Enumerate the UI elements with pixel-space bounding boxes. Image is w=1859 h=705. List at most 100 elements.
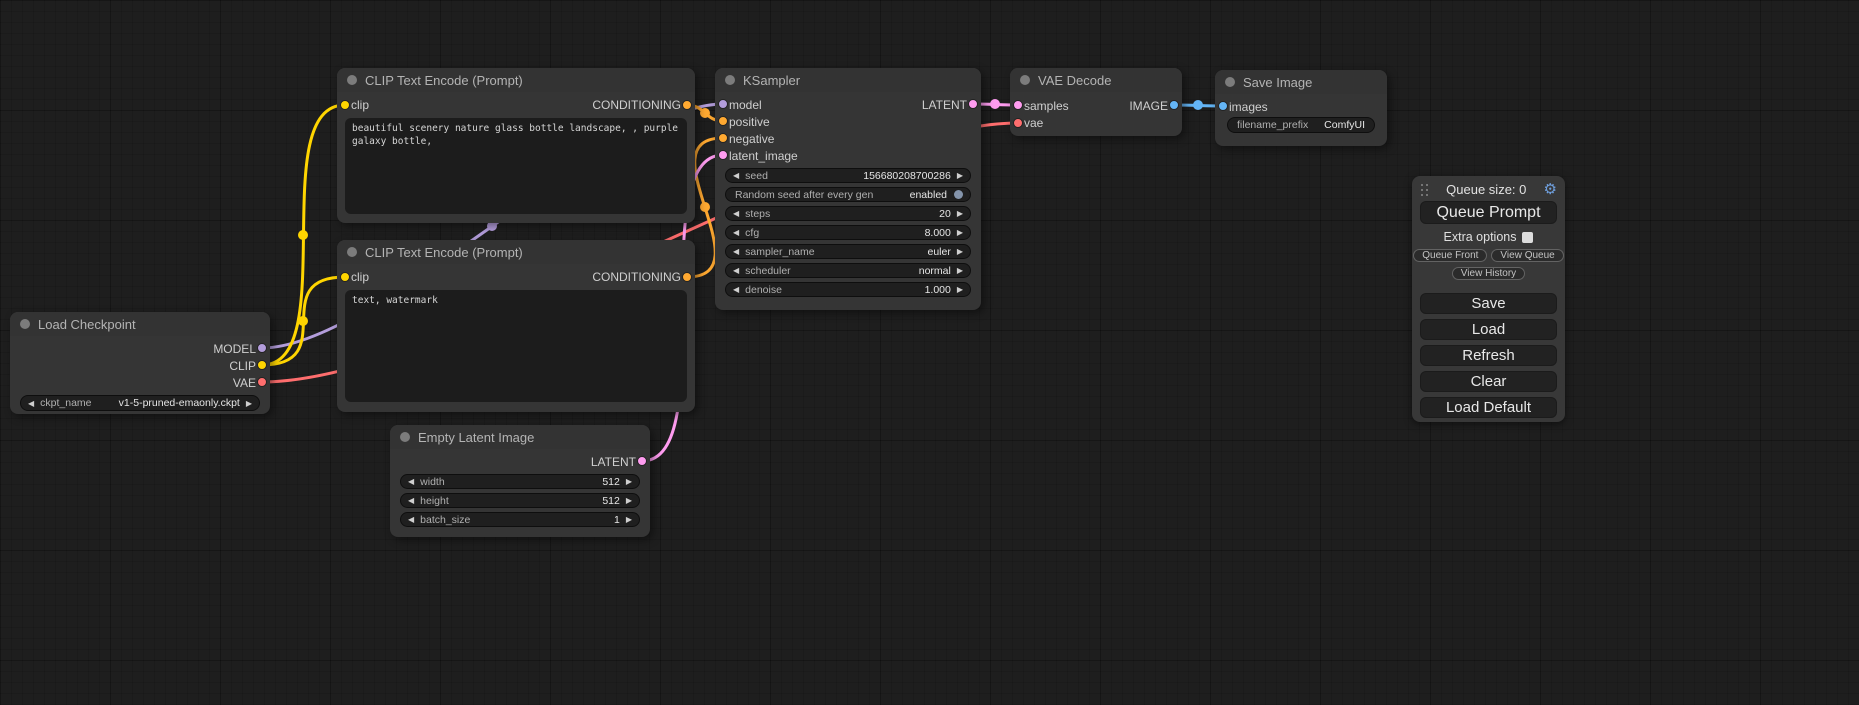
prev-arrow-icon[interactable]: ◀ [733,209,739,218]
save-button[interactable]: Save [1420,293,1557,314]
next-arrow-icon[interactable]: ▶ [246,399,252,408]
widget-value: 8.000 [925,227,951,239]
steps-widget[interactable]: ◀ steps 20 ▶ [725,206,971,221]
next-arrow-icon[interactable]: ▶ [957,266,963,275]
image-output-label: IMAGE [1129,99,1168,113]
node-header[interactable]: VAE Decode [1010,68,1182,92]
positive-input-label: positive [729,115,770,129]
widget-value: 512 [602,476,620,488]
node-clip-text-encode-positive[interactable]: CLIP Text Encode (Prompt) clip CONDITION… [337,68,695,223]
clear-button[interactable]: Clear [1420,371,1557,392]
ckpt-name-widget[interactable]: ◀ ckpt_name v1-5-pruned-emaonly.ckpt ▶ [20,395,260,411]
widget-label: steps [745,208,770,220]
node-vae-decode[interactable]: VAE Decode samples IMAGE vae [1010,68,1182,136]
collapse-dot-icon[interactable] [400,432,410,442]
height-widget[interactable]: ◀ height 512 ▶ [400,493,640,508]
random-seed-toggle-widget[interactable]: Random seed after every gen enabled [725,187,971,202]
node-clip-text-encode-negative[interactable]: CLIP Text Encode (Prompt) clip CONDITION… [337,240,695,412]
cfg-widget[interactable]: ◀ cfg 8.000 ▶ [725,225,971,240]
next-arrow-icon[interactable]: ▶ [626,496,632,505]
widget-label: seed [745,170,768,182]
samples-input-label: samples [1024,99,1069,113]
next-arrow-icon[interactable]: ▶ [957,171,963,180]
prev-arrow-icon[interactable]: ◀ [733,171,739,180]
drag-handle-icon[interactable] [1420,183,1429,196]
queue-prompt-button[interactable]: Queue Prompt [1420,201,1557,224]
link-midpoint-dot [298,316,308,326]
node-empty-latent-image[interactable]: Empty Latent Image LATENT ◀ width 512 ▶ … [390,425,650,537]
vae-input-label: vae [1024,116,1043,130]
collapse-dot-icon[interactable] [1020,75,1030,85]
collapse-dot-icon[interactable] [347,75,357,85]
width-widget[interactable]: ◀ width 512 ▶ [400,474,640,489]
prev-arrow-icon[interactable]: ◀ [408,477,414,486]
prev-arrow-icon[interactable]: ◀ [733,266,739,275]
node-title: CLIP Text Encode (Prompt) [365,73,523,88]
prev-arrow-icon[interactable]: ◀ [733,285,739,294]
images-input-label: images [1229,100,1268,114]
toggle-dot-icon[interactable] [954,190,963,199]
batch-size-widget[interactable]: ◀ batch_size 1 ▶ [400,512,640,527]
widget-value: 1 [614,514,620,526]
node-header[interactable]: CLIP Text Encode (Prompt) [337,68,695,92]
load-default-button[interactable]: Load Default [1420,397,1557,418]
slot-row: vae [1010,114,1182,131]
widget-value: v1-5-pruned-emaonly.ckpt [119,397,240,409]
denoise-widget[interactable]: ◀ denoise 1.000 ▶ [725,282,971,297]
negative-input-label: negative [729,132,774,146]
slot-row: clip CONDITIONING [337,268,695,286]
sampler-name-widget[interactable]: ◀ sampler_name euler ▶ [725,244,971,259]
link-midpoint-dot [990,99,1000,109]
prev-arrow-icon[interactable]: ◀ [733,247,739,256]
filename-prefix-widget[interactable]: filename_prefix ComfyUI [1227,117,1375,133]
load-button[interactable]: Load [1420,319,1557,340]
widget-label: batch_size [420,514,470,526]
seed-widget[interactable]: ◀ seed 156680208700286 ▶ [725,168,971,183]
link-midpoint-dot [700,108,710,118]
link-midpoint-dot [298,230,308,240]
node-header[interactable]: Load Checkpoint [10,312,270,336]
node-load-checkpoint[interactable]: Load Checkpoint MODEL CLIP VAE ◀ ckpt_na… [10,312,270,414]
slot-row: images [1215,98,1387,115]
prev-arrow-icon[interactable]: ◀ [28,399,34,408]
settings-gear-icon[interactable]: ⚙ [1544,183,1557,197]
prev-arrow-icon[interactable]: ◀ [733,228,739,237]
output-slot-clip: CLIP [10,357,270,374]
collapse-dot-icon[interactable] [1225,77,1235,87]
node-header[interactable]: Empty Latent Image [390,425,650,449]
node-ksampler[interactable]: KSampler model LATENT positive negative … [715,68,981,310]
view-queue-button[interactable]: View Queue [1491,249,1563,262]
next-arrow-icon[interactable]: ▶ [626,515,632,524]
collapse-dot-icon[interactable] [20,319,30,329]
next-arrow-icon[interactable]: ▶ [626,477,632,486]
node-title: Save Image [1243,75,1312,90]
node-header[interactable]: Save Image [1215,70,1387,94]
node-header[interactable]: KSampler [715,68,981,92]
slot-label: CLIP [229,359,256,373]
widget-label: denoise [745,284,782,296]
collapse-dot-icon[interactable] [725,75,735,85]
widget-label: Random seed after every gen [735,189,873,201]
node-save-image[interactable]: Save Image images filename_prefix ComfyU… [1215,70,1387,146]
extra-options-checkbox[interactable] [1522,232,1533,243]
prev-arrow-icon[interactable]: ◀ [408,496,414,505]
next-arrow-icon[interactable]: ▶ [957,228,963,237]
next-arrow-icon[interactable]: ▶ [957,247,963,256]
prompt-textarea[interactable]: beautiful scenery nature glass bottle la… [345,118,687,214]
next-arrow-icon[interactable]: ▶ [957,285,963,294]
queue-front-button[interactable]: Queue Front [1413,249,1487,262]
scheduler-widget[interactable]: ◀ scheduler normal ▶ [725,263,971,278]
prev-arrow-icon[interactable]: ◀ [408,515,414,524]
slot-label: LATENT [591,455,636,469]
collapse-dot-icon[interactable] [347,247,357,257]
slot-row: negative [715,130,981,147]
widget-value: enabled [910,189,947,201]
link-midpoint-dot [1193,100,1203,110]
next-arrow-icon[interactable]: ▶ [957,209,963,218]
prompt-textarea[interactable]: text, watermark [345,290,687,402]
refresh-button[interactable]: Refresh [1420,345,1557,366]
node-header[interactable]: CLIP Text Encode (Prompt) [337,240,695,264]
node-title: Empty Latent Image [418,430,534,445]
link-midpoint-dot [700,202,710,212]
view-history-button[interactable]: View History [1452,267,1525,280]
